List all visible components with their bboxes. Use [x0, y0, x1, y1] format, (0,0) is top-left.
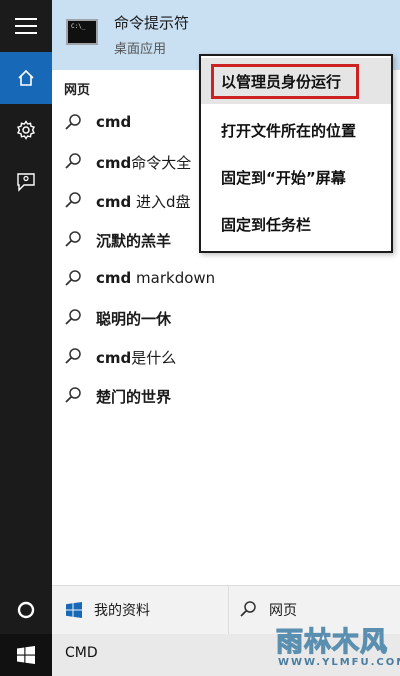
- context-menu: 以管理员身份运行 打开文件所在的位置 固定到“开始”屏幕 固定到任务栏: [199, 54, 393, 253]
- web-suggestion[interactable]: 聪明的一休: [52, 298, 400, 337]
- hamburger-icon: [15, 18, 37, 34]
- search-icon: [65, 348, 81, 364]
- search-icon: [65, 114, 81, 130]
- search-icon: [65, 387, 81, 403]
- hamburger-menu-button[interactable]: [0, 0, 52, 52]
- my-stuff-button[interactable]: 我的资料: [52, 586, 228, 634]
- pin-to-taskbar-menu-item[interactable]: 固定到任务栏: [201, 201, 391, 247]
- start-button[interactable]: [0, 634, 52, 676]
- windows-logo-icon: [17, 646, 35, 664]
- command-prompt-app-icon: C:\_: [66, 19, 98, 45]
- feedback-icon: [17, 173, 35, 192]
- windows-logo-icon: [66, 602, 82, 618]
- search-icon: [240, 601, 256, 617]
- home-icon: [18, 69, 34, 86]
- web-section-label: 网页: [64, 83, 91, 98]
- search-icon: [65, 309, 81, 325]
- search-input-value: CMD: [65, 645, 98, 661]
- watermark-url: WWW.YLMFU.COM: [278, 657, 400, 668]
- cortana-button[interactable]: [0, 586, 52, 634]
- gear-icon: [17, 120, 35, 140]
- my-stuff-label: 我的资料: [94, 603, 150, 619]
- home-button[interactable]: [0, 52, 52, 104]
- web-suggestion[interactable]: cmd是什么: [52, 337, 400, 376]
- cortana-circle-icon: [17, 601, 35, 619]
- search-icon: [65, 153, 81, 169]
- web-suggestion[interactable]: 楚门的世界: [52, 376, 400, 415]
- watermark: 雨林木风 WWW.YLMFU.COM: [258, 614, 400, 676]
- web-suggestion[interactable]: cmd markdown: [52, 259, 400, 298]
- feedback-button[interactable]: [0, 156, 52, 208]
- top-result-title: 命令提示符: [114, 14, 190, 32]
- search-icon: [65, 192, 81, 208]
- watermark-name: 雨林木风: [275, 626, 388, 658]
- red-highlight-box: [211, 64, 359, 99]
- pin-to-start-menu-item[interactable]: 固定到“开始”屏幕: [201, 154, 391, 200]
- open-file-location-menu-item[interactable]: 打开文件所在的位置: [201, 107, 391, 153]
- top-result-subtitle: 桌面应用: [114, 42, 167, 57]
- search-icon: [65, 231, 81, 247]
- left-rail: [0, 0, 52, 634]
- search-icon: [65, 270, 81, 286]
- settings-button[interactable]: [0, 104, 52, 156]
